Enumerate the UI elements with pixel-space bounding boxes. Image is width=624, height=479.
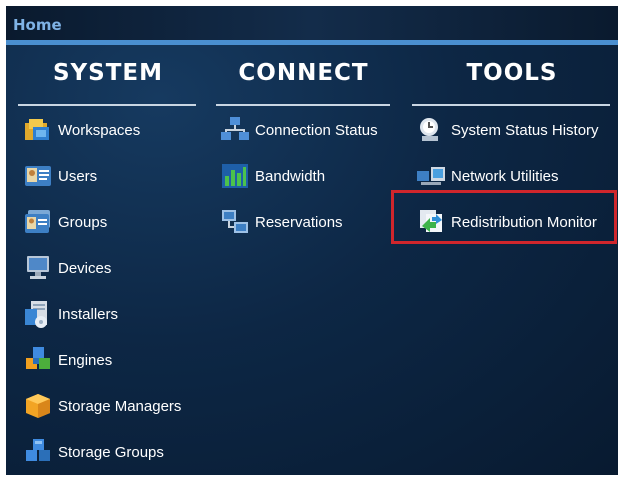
tools-item-label: Network Utilities <box>451 167 559 185</box>
title-bar: Home <box>6 6 618 40</box>
engines-icon <box>22 345 54 375</box>
connect-item-label: Bandwidth <box>255 167 326 185</box>
system-divider <box>18 104 196 106</box>
page-title: Home <box>13 16 62 34</box>
workspaces-icon <box>22 115 54 145</box>
storage-managers-icon <box>22 391 54 421</box>
redistribution-monitor-highlight <box>391 190 617 244</box>
storage-groups-icon <box>22 437 54 467</box>
tools-divider <box>412 104 610 106</box>
network-utilities-icon <box>415 161 447 191</box>
bandwidth-icon <box>219 161 251 191</box>
system-heading: SYSTEM <box>52 60 164 86</box>
system-item-groups[interactable]: Groups <box>22 207 107 237</box>
tools-item-label: System Status History <box>451 121 599 139</box>
system-item-label: Workspaces <box>58 121 141 139</box>
system-item-storage-managers[interactable]: Storage Managers <box>22 391 181 421</box>
connect-divider <box>216 104 390 106</box>
system-item-devices[interactable]: Devices <box>22 253 111 283</box>
system-item-label: Groups <box>58 213 108 231</box>
users-icon <box>22 161 54 191</box>
connect-item-connection-status[interactable]: Connection Status <box>219 115 378 145</box>
system-item-label: Storage Managers <box>58 397 182 415</box>
connect-heading: CONNECT <box>238 60 369 86</box>
system-item-workspaces[interactable]: Workspaces <box>22 115 140 145</box>
system-item-label: Devices <box>58 259 112 277</box>
tools-heading: TOOLS <box>466 60 558 86</box>
connect-item-bandwidth[interactable]: Bandwidth <box>219 161 325 191</box>
system-item-label: Installers <box>58 305 119 323</box>
system-item-engines[interactable]: Engines <box>22 345 112 375</box>
reservations-icon <box>219 207 251 237</box>
connect-item-label: Reservations <box>255 213 343 231</box>
system-item-label: Users <box>58 167 98 185</box>
connect-item-reservations[interactable]: Reservations <box>219 207 343 237</box>
system-item-users[interactable]: Users <box>22 161 97 191</box>
system-item-label: Storage Groups <box>58 443 164 461</box>
system-item-installers[interactable]: Installers <box>22 299 118 329</box>
installers-icon <box>22 299 54 329</box>
system-item-storage-groups[interactable]: Storage Groups <box>22 437 164 467</box>
system-status-history-icon <box>415 115 447 145</box>
tools-item-system-status-history[interactable]: System Status History <box>415 115 599 145</box>
connect-item-label: Connection Status <box>255 121 378 139</box>
tools-item-network-utilities[interactable]: Network Utilities <box>415 161 559 191</box>
connection-status-icon <box>219 115 251 145</box>
devices-icon <box>22 253 54 283</box>
groups-icon <box>22 207 54 237</box>
title-divider <box>6 40 618 45</box>
system-item-label: Engines <box>58 351 113 369</box>
